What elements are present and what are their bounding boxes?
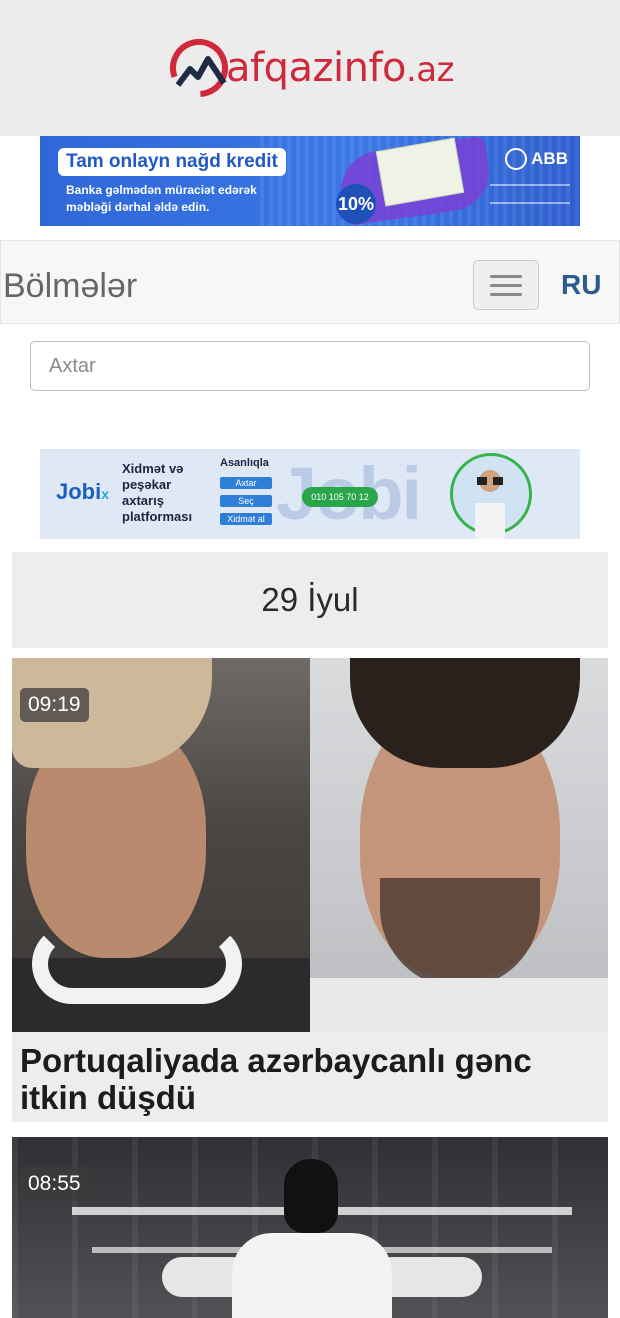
jobix-easy-label: Asanlıqla [220, 457, 269, 469]
jobix-banner-ad[interactable]: Jobi Jobix Xidmət və peşəkar axtarış pla… [40, 449, 580, 539]
news-photo[interactable]: 08:55 [12, 1137, 608, 1318]
navbar: Bölmələr RU [0, 240, 620, 324]
jobix-phone: 010 105 70 12 [302, 487, 378, 507]
sections-label[interactable]: Bölmələr [3, 267, 137, 306]
time-badge: 08:55 [20, 1167, 89, 1201]
binoculars-person-image [475, 470, 505, 539]
time-badge: 09:19 [20, 688, 89, 722]
logo-text: afqazinfo.az [225, 45, 455, 91]
banner-title: Tam onlayn nağd kredit [58, 148, 286, 176]
credit-banner-ad[interactable]: Tam onlayn nağd kredit Banka gəlmədən mü… [40, 136, 580, 226]
hamburger-icon [490, 274, 522, 278]
language-switch-link[interactable]: RU [561, 269, 601, 301]
banner-rate: 10% [336, 184, 376, 224]
logo-mountain-icon [169, 39, 228, 97]
bank-flower-icon [505, 148, 528, 170]
news-title[interactable]: Portuqaliyada azərbaycanlı gənc itkin dü… [12, 1032, 608, 1116]
headphones-image [32, 924, 242, 1004]
jobix-search-btn: Axtar [220, 477, 272, 489]
news-photo[interactable]: 09:19 [12, 658, 608, 1032]
jobix-description: Xidmət və peşəkar axtarış platforması [122, 461, 193, 524]
site-header: afqazinfo.az [0, 0, 620, 136]
site-logo[interactable]: afqazinfo.az [166, 35, 455, 101]
news-card[interactable]: 08:55 [12, 1137, 608, 1318]
search-input[interactable] [30, 341, 590, 391]
news-card[interactable]: 09:19 Portuqaliyada azərbaycanlı gənc it… [12, 658, 608, 1122]
jobix-logo: Jobix [56, 479, 110, 504]
robot-image [284, 1159, 338, 1233]
menu-toggle-button[interactable] [473, 260, 539, 310]
date-header: 29 İyul [12, 552, 608, 648]
bank-logo: ABB [505, 148, 568, 170]
jobix-select-btn: Seç [220, 495, 272, 507]
jobix-service-btn: Xidmət al [220, 513, 272, 525]
banner-subtitle: Banka gəlmədən müraciət edərək məbləği d… [66, 183, 257, 214]
banner-fine-print [490, 184, 570, 204]
